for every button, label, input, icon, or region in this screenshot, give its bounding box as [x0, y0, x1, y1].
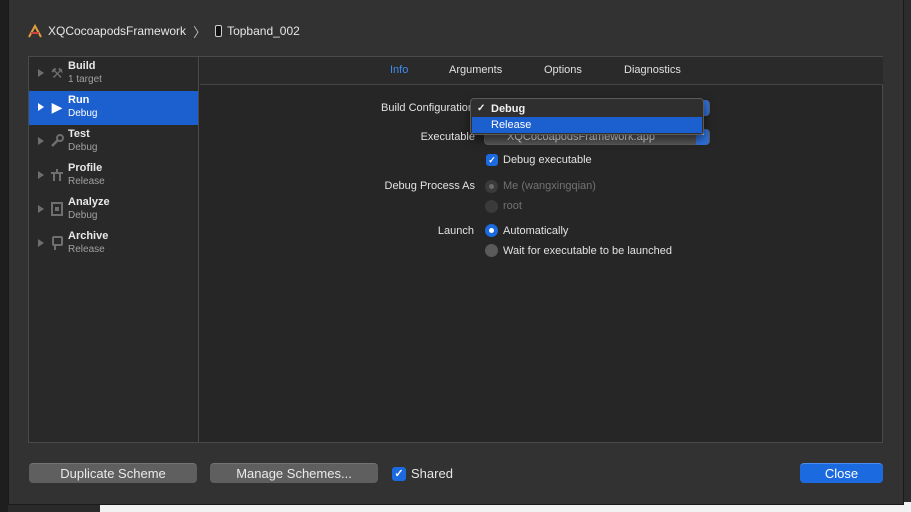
sidebar-item-sublabel: 1 target — [68, 74, 102, 85]
launch-automatically-radio[interactable] — [485, 224, 498, 237]
background-window-right — [903, 0, 911, 512]
scheme-action-sidebar: ⚒ Build 1 target ▶ Run Debug Test Debug — [29, 57, 199, 442]
breadcrumb: XQCocoapodsFramework 〉 Topband_002 — [27, 22, 300, 40]
sidebar-item-label: Run — [68, 94, 90, 106]
close-button[interactable]: Close — [800, 463, 883, 483]
disclosure-triangle-icon[interactable] — [38, 69, 44, 77]
analyze-icon — [49, 201, 65, 217]
menu-item-debug[interactable]: ✓ Debug — [472, 101, 702, 117]
sidebar-item-sublabel: Debug — [68, 210, 98, 221]
duplicate-scheme-button[interactable]: Duplicate Scheme — [29, 463, 197, 483]
launch-automatically-label: Automatically — [503, 225, 569, 237]
disclosure-triangle-icon[interactable] — [38, 171, 44, 179]
debug-executable-checkbox[interactable]: ✓ — [486, 154, 498, 166]
shared-checkbox[interactable]: ✓ — [392, 467, 406, 481]
breadcrumb-separator: 〉 — [193, 24, 207, 40]
disclosure-triangle-icon[interactable] — [38, 205, 44, 213]
disclosure-triangle-icon[interactable] — [38, 137, 44, 145]
debug-process-label: Debug Process As — [384, 180, 476, 192]
sidebar-item-label: Archive — [68, 230, 109, 242]
launch-label: Launch — [437, 225, 474, 237]
breadcrumb-project[interactable]: XQCocoapodsFramework — [48, 24, 186, 38]
checkmark-icon: ✓ — [477, 103, 486, 114]
sidebar-item-run[interactable]: ▶ Run Debug — [29, 91, 198, 125]
sidebar-item-sublabel: Debug — [68, 108, 98, 119]
executable-label: Executable — [420, 131, 475, 143]
sidebar-item-test[interactable]: Test Debug — [29, 125, 198, 159]
sidebar-item-build[interactable]: ⚒ Build 1 target — [29, 57, 198, 91]
play-icon: ▶ — [51, 99, 63, 115]
build-configuration-label: Build Configuration — [381, 102, 474, 114]
device-icon — [215, 25, 223, 37]
sidebar-item-analyze[interactable]: Analyze Debug — [29, 193, 198, 227]
menu-item-label: Release — [491, 119, 532, 131]
shared-label: Shared — [411, 466, 453, 481]
scheme-editor-sheet: XQCocoapodsFramework 〉 Topband_002 ⚒ Bui… — [8, 0, 904, 505]
disclosure-triangle-icon[interactable] — [38, 103, 44, 111]
sidebar-item-profile[interactable]: Profile Release — [29, 159, 198, 193]
tab-arguments[interactable]: Arguments — [449, 64, 502, 76]
debug-process-root-label: root — [503, 200, 522, 212]
sidebar-item-label: Test — [68, 128, 90, 140]
manage-schemes-button[interactable]: Manage Schemes... — [210, 463, 378, 483]
debug-process-me-radio[interactable] — [485, 180, 498, 193]
instruments-icon — [49, 167, 65, 183]
launch-wait-label: Wait for executable to be launched — [503, 245, 672, 257]
sidebar-item-label: Analyze — [68, 196, 110, 208]
background-window-left — [0, 0, 8, 512]
archive-icon — [49, 235, 65, 251]
sidebar-item-archive[interactable]: Archive Release — [29, 227, 198, 261]
menu-item-release[interactable]: Release — [472, 117, 702, 133]
menu-item-label: Debug — [491, 103, 526, 115]
hammer-icon: ⚒ — [50, 65, 64, 81]
project-icon — [27, 23, 43, 38]
tab-info[interactable]: Info — [390, 64, 408, 76]
tab-bar: Info Arguments Options Diagnostics — [200, 57, 883, 85]
sidebar-item-sublabel: Debug — [68, 142, 98, 153]
sidebar-item-label: Build — [68, 60, 96, 72]
debug-process-root-radio[interactable] — [485, 200, 498, 213]
disclosure-triangle-icon[interactable] — [38, 239, 44, 247]
sidebar-item-sublabel: Release — [68, 244, 105, 255]
scheme-panel: ⚒ Build 1 target ▶ Run Debug Test Debug — [28, 56, 883, 443]
breadcrumb-device[interactable]: Topband_002 — [227, 24, 300, 38]
debug-executable-label: Debug executable — [503, 154, 592, 166]
sidebar-item-sublabel: Release — [68, 176, 105, 187]
launch-wait-radio[interactable] — [485, 244, 498, 257]
sidebar-item-label: Profile — [68, 162, 103, 174]
tab-options[interactable]: Options — [544, 64, 582, 76]
debug-process-me-label: Me (wangxingqian) — [503, 180, 596, 192]
build-configuration-menu: ✓ Debug Release — [470, 98, 704, 135]
wrench-icon — [49, 133, 65, 149]
tab-diagnostics[interactable]: Diagnostics — [624, 64, 681, 76]
